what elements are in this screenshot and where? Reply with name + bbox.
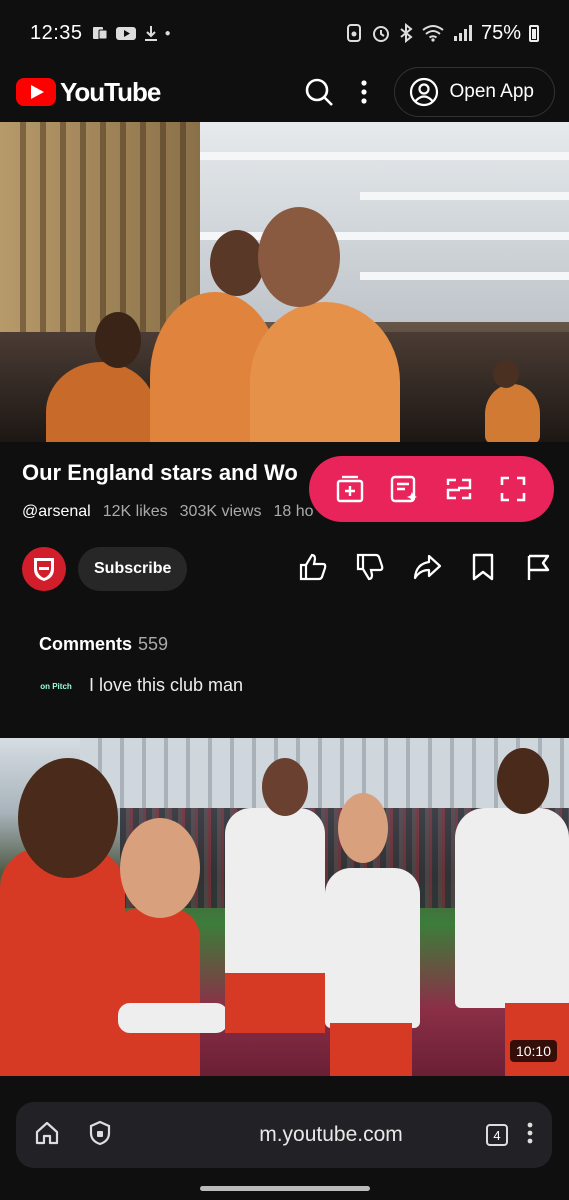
flag-icon xyxy=(527,554,550,580)
add-to-queue-button[interactable] xyxy=(333,472,367,506)
home-button[interactable] xyxy=(34,1120,60,1151)
home-icon xyxy=(35,1121,59,1144)
more-options-button[interactable] xyxy=(360,79,368,105)
address-bar[interactable]: m.youtube.com 4 xyxy=(16,1102,552,1168)
battery-icon xyxy=(529,24,539,42)
report-button[interactable] xyxy=(524,552,552,587)
video-actions: Subscribe xyxy=(22,546,552,592)
wifi-icon xyxy=(422,25,444,42)
like-button[interactable] xyxy=(298,552,328,587)
video-title[interactable]: Our England stars and Wo xyxy=(22,460,322,486)
fullscreen-icon xyxy=(500,476,526,502)
share-button[interactable] xyxy=(412,552,442,587)
fullscreen-button[interactable] xyxy=(496,472,530,506)
dislike-button[interactable] xyxy=(355,552,385,587)
download-icon xyxy=(144,26,157,41)
alarm-icon xyxy=(372,26,389,42)
site-security-button[interactable] xyxy=(88,1120,112,1151)
youtube-icon xyxy=(115,27,136,40)
nfc-icon xyxy=(346,24,361,42)
ai-summary-button[interactable] xyxy=(387,472,421,506)
tab-switcher-button[interactable]: 4 xyxy=(486,1124,508,1146)
channel-avatar[interactable] xyxy=(22,547,66,591)
arsenal-crest-icon xyxy=(34,558,54,581)
search-button[interactable] xyxy=(304,77,334,107)
open-app-label: Open App xyxy=(449,81,534,102)
youtube-play-icon xyxy=(16,78,56,106)
bookmark-icon xyxy=(472,553,494,580)
bluetooth-icon xyxy=(400,23,413,43)
ai-summary-icon xyxy=(391,475,418,503)
add-to-queue-icon xyxy=(336,475,364,503)
next-video-thumbnail[interactable]: 10:10 xyxy=(0,738,569,1076)
thumbs-up-icon xyxy=(299,553,327,580)
comments-label: Comments xyxy=(39,634,133,654)
comments-count: 559 xyxy=(138,634,169,654)
comments-section[interactable]: Comments 559 on Pitch I love this club ma… xyxy=(22,618,547,718)
url-text[interactable]: m.youtube.com xyxy=(136,1123,486,1147)
channel-handle[interactable]: @arsenal xyxy=(22,503,91,521)
notification-icons: ● xyxy=(91,24,171,42)
open-app-button[interactable]: Open App xyxy=(394,67,555,117)
search-icon xyxy=(306,78,334,106)
comments-header: Comments 559 xyxy=(39,634,168,655)
battery-percent: 75% xyxy=(480,21,521,44)
like-count: 12K likes xyxy=(102,503,168,520)
save-button[interactable] xyxy=(469,552,497,587)
upload-age: 18 ho xyxy=(273,503,314,520)
commenter-avatar: on Pitch xyxy=(40,681,72,691)
more-vert-icon xyxy=(527,1122,533,1143)
lock-icon xyxy=(89,1120,111,1145)
view-count: 303K views xyxy=(179,503,262,520)
notification-icon xyxy=(92,27,108,40)
youtube-header: YouTube Open App xyxy=(0,62,569,122)
gesture-home-indicator[interactable] xyxy=(200,1186,370,1191)
signal-icon xyxy=(453,25,472,41)
youtube-logo-text: YouTube xyxy=(60,76,161,107)
video-meta: @arsenal 12K likes 303K views 18 ho xyxy=(22,503,314,521)
thumbs-down-icon xyxy=(356,553,384,580)
more-vert-icon xyxy=(361,80,368,104)
video-duration: 10:10 xyxy=(509,1040,557,1062)
video-player[interactable] xyxy=(0,122,569,442)
browser-bottom-bar: m.youtube.com 4 xyxy=(0,1076,569,1200)
youtube-logo[interactable]: YouTube xyxy=(16,76,161,108)
account-icon xyxy=(410,77,439,107)
dot-icon: ● xyxy=(164,27,171,39)
top-comment-text: I love this club man xyxy=(89,675,244,695)
subscribe-button[interactable]: Subscribe xyxy=(78,547,188,591)
share-icon xyxy=(413,554,442,579)
swap-button[interactable] xyxy=(442,472,476,506)
floating-toolbar xyxy=(309,456,554,522)
swap-icon xyxy=(446,478,471,500)
status-bar: 12:35 ● 75% xyxy=(0,0,569,66)
status-time: 12:35 xyxy=(30,21,83,44)
browser-menu-button[interactable] xyxy=(526,1121,534,1150)
